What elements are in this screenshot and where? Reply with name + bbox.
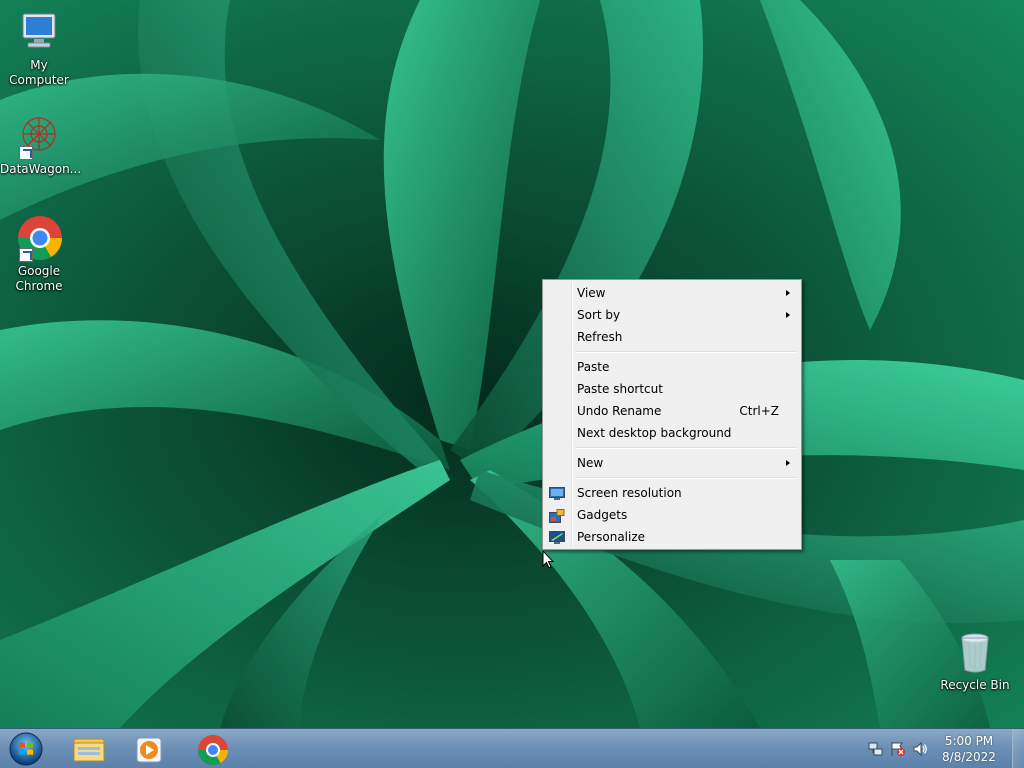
personalize-icon [549, 530, 565, 544]
start-orb-icon [9, 732, 43, 766]
menu-item-gadgets[interactable]: Gadgets [545, 504, 799, 526]
start-button[interactable] [6, 731, 46, 767]
desktop-icon-label: Google Chrome [15, 264, 63, 293]
menu-item-label: View [577, 286, 606, 300]
menu-item-label: Undo Rename [577, 404, 662, 418]
wallpaper-leaves [0, 0, 1024, 728]
menu-item-label: Screen resolution [577, 486, 682, 500]
gadgets-icon [549, 508, 565, 523]
shortcut-arrow-icon [19, 146, 33, 160]
media-player-icon [136, 737, 162, 763]
menu-separator [545, 474, 799, 482]
show-desktop-button[interactable] [1012, 729, 1024, 768]
desktop-icon-recycle-bin[interactable]: Recycle Bin [936, 628, 1014, 693]
desktop-context-menu: View Sort by Refresh Paste Paste shortcu… [542, 279, 802, 550]
network-icon[interactable] [868, 741, 884, 757]
system-tray: 5:00 PM 8/8/2022 [854, 729, 1024, 768]
submenu-arrow-icon [786, 312, 790, 318]
desktop-wallpaper[interactable] [0, 0, 1024, 728]
screen-resolution-icon [549, 486, 565, 500]
desktop-icon-google-chrome[interactable]: Google Chrome [0, 214, 78, 294]
desktop-icon-my-computer[interactable]: My Computer [0, 8, 78, 88]
desktop-icon-label: DataWagon... [0, 162, 82, 176]
taskbar-clock[interactable]: 5:00 PM 8/8/2022 [934, 733, 1004, 765]
menu-item-label: Personalize [577, 530, 646, 544]
clock-date: 8/8/2022 [942, 750, 996, 764]
menu-item-paste-shortcut[interactable]: Paste shortcut [545, 378, 799, 400]
menu-item-undo-rename[interactable]: Undo Rename Ctrl+Z [545, 400, 799, 422]
menu-item-next-desktop-background[interactable]: Next desktop background [545, 422, 799, 444]
menu-item-refresh[interactable]: Refresh [545, 326, 799, 348]
shortcut-arrow-icon [19, 248, 33, 262]
menu-item-paste[interactable]: Paste [545, 356, 799, 378]
menu-item-label: Paste shortcut [577, 382, 663, 396]
menu-item-view[interactable]: View [545, 282, 799, 304]
submenu-arrow-icon [786, 290, 790, 296]
submenu-arrow-icon [786, 460, 790, 466]
menu-separator [545, 348, 799, 356]
my-computer-icon [15, 8, 63, 56]
menu-item-personalize[interactable]: Personalize [545, 526, 799, 548]
taskbar: 5:00 PM 8/8/2022 [0, 728, 1024, 768]
menu-item-label: New [577, 456, 604, 470]
menu-item-label: Sort by [577, 308, 621, 322]
menu-separator [545, 444, 799, 452]
mouse-pointer-icon [542, 549, 556, 570]
chrome-icon [15, 214, 63, 262]
desktop-icon-label: My Computer [9, 58, 69, 87]
clock-time: 5:00 PM [944, 734, 994, 748]
menu-item-label: Next desktop background [577, 426, 732, 440]
taskbar-chrome-button[interactable] [184, 731, 242, 767]
chrome-icon [198, 735, 228, 766]
keyboard-shortcut: Ctrl+Z [739, 404, 779, 418]
volume-icon[interactable] [912, 741, 928, 757]
menu-item-new[interactable]: New [545, 452, 799, 474]
menu-item-sort-by[interactable]: Sort by [545, 304, 799, 326]
desktop-icon-datawagon[interactable]: DataWagon... [0, 112, 82, 177]
menu-item-label: Refresh [577, 330, 623, 344]
menu-item-label: Gadgets [577, 508, 628, 522]
taskbar-media-player-button[interactable] [120, 731, 178, 767]
menu-item-label: Paste [577, 360, 610, 374]
taskbar-explorer-button[interactable] [60, 731, 118, 767]
explorer-icon [73, 738, 105, 762]
desktop-icon-label: Recycle Bin [940, 678, 1010, 692]
action-center-icon[interactable] [890, 741, 906, 757]
recycle-bin-icon [951, 628, 999, 676]
menu-item-screen-resolution[interactable]: Screen resolution [545, 482, 799, 504]
datawagon-icon [15, 112, 63, 160]
